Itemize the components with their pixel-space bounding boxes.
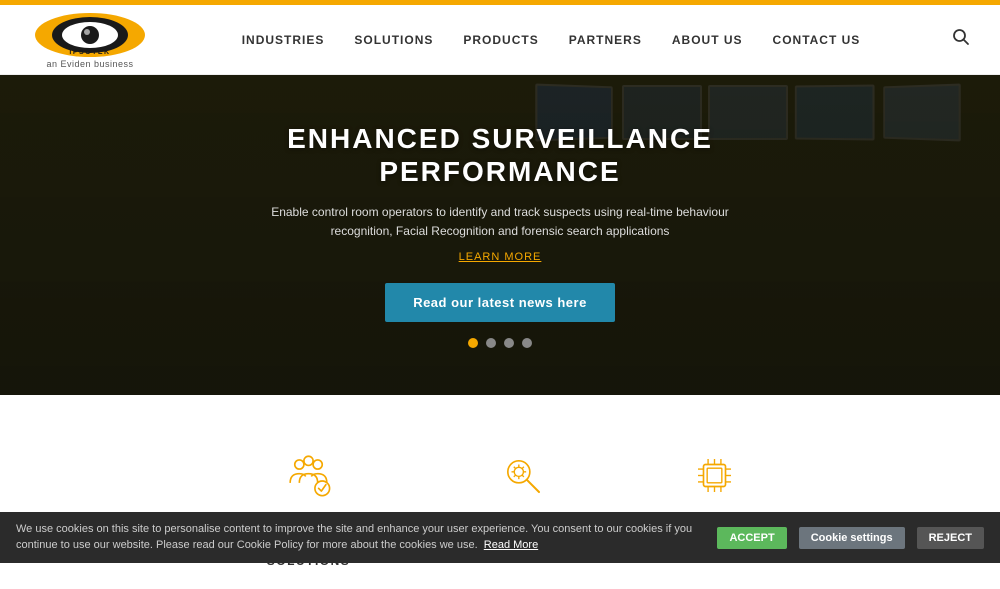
carousel-dot-2[interactable] — [486, 338, 496, 348]
feature-proven-icon — [279, 445, 339, 505]
hero-cta-button[interactable]: Read our latest news here — [385, 283, 615, 322]
cookie-settings-button[interactable]: Cookie settings — [799, 527, 905, 549]
nav-item-solutions[interactable]: SOLUTIONS — [354, 33, 433, 47]
hero-learn-more-link[interactable]: LEARN MORE — [240, 251, 760, 263]
carousel-dot-1[interactable] — [468, 338, 478, 348]
nav-item-products[interactable]: PRODUCTS — [463, 33, 538, 47]
logo-image: IPSOTEK — [30, 11, 150, 59]
cookie-read-more-link[interactable]: Read More — [484, 539, 538, 551]
cookie-banner: We use cookies on this site to personali… — [0, 512, 1000, 563]
logo-tagline: an Eviden business — [46, 59, 133, 69]
main-nav: INDUSTRIES SOLUTIONS PRODUCTS PARTNERS A… — [242, 33, 861, 47]
carousel-dot-3[interactable] — [504, 338, 514, 348]
nav-item-contact-us[interactable]: CONTACT US — [773, 33, 861, 47]
hero-description: Enable control room operators to identif… — [240, 203, 760, 241]
svg-text:IPSOTEK: IPSOTEK — [69, 49, 110, 56]
hero-carousel-dots — [240, 338, 760, 348]
nav-item-partners[interactable]: PARTNERS — [569, 33, 642, 47]
header: IPSOTEK an Eviden business INDUSTRIES SO… — [0, 5, 1000, 75]
cookie-accept-button[interactable]: ACCEPT — [717, 527, 786, 549]
cookie-text: We use cookies on this site to personali… — [16, 522, 705, 553]
feature-innovation-icon — [493, 445, 553, 505]
hero-title: ENHANCED SURVEILLANCE PERFORMANCE — [240, 122, 760, 189]
logo-area[interactable]: IPSOTEK an Eviden business — [30, 11, 150, 69]
hero-content: ENHANCED SURVEILLANCE PERFORMANCE Enable… — [220, 122, 780, 349]
nav-item-about-us[interactable]: ABOUT US — [672, 33, 743, 47]
carousel-dot-4[interactable] — [522, 338, 532, 348]
search-button[interactable] — [952, 28, 970, 51]
search-icon — [952, 28, 970, 46]
magnify-gear-icon — [495, 448, 550, 503]
feature-expert-icon — [684, 445, 744, 505]
hero-section: ENHANCED SURVEILLANCE PERFORMANCE Enable… — [0, 75, 1000, 395]
cookie-reject-button[interactable]: REJECT — [917, 527, 984, 549]
cpu-circuit-icon — [687, 448, 742, 503]
people-check-icon — [281, 448, 336, 503]
nav-item-industries[interactable]: INDUSTRIES — [242, 33, 325, 47]
